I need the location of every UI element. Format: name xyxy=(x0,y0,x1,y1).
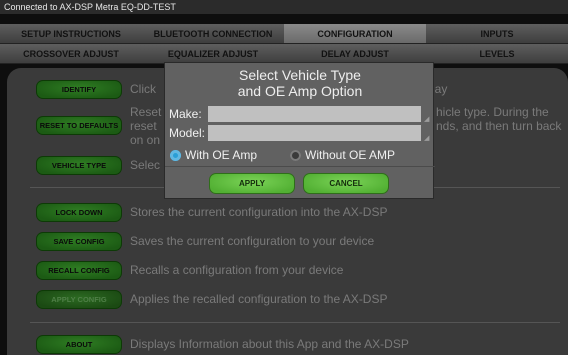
tab-inputs[interactable]: INPUTS xyxy=(426,24,568,43)
apply-config-button[interactable]: APPLY CONFIG xyxy=(36,290,122,309)
without-oe-amp-radio[interactable]: Without OE AMP xyxy=(290,148,395,162)
dialog-title-line1: Select Vehicle Type xyxy=(239,67,361,83)
tab-delay-adjust[interactable]: DELAY ADJUST xyxy=(284,44,426,63)
radio-unselected-icon xyxy=(290,149,301,161)
dialog-divider xyxy=(165,166,435,167)
vehicle-type-button[interactable]: VEHICLE TYPE xyxy=(36,156,122,175)
apply-config-description: Applies the recalled configuration to th… xyxy=(130,292,388,306)
save-config-button[interactable]: SAVE CONFIG xyxy=(36,232,122,251)
dialog-title: Select Vehicle Type and OE Amp Option xyxy=(165,67,435,99)
status-bar: Connected to AX-DSP Metra EQ-DD-TEST xyxy=(0,0,568,14)
with-oe-amp-label: With OE Amp xyxy=(185,148,258,162)
tab-equalizer-adjust[interactable]: EQUALIZER ADJUST xyxy=(142,44,284,63)
reset-row: RESET TO DEFAULTS xyxy=(36,116,122,135)
about-description: Displays Information about this App and … xyxy=(130,337,409,351)
reset-description: Reset reset on on xyxy=(130,105,162,147)
tab-row-primary: SETUP INSTRUCTIONS BLUETOOTH CONNECTION … xyxy=(0,24,568,44)
tab-setup-instructions[interactable]: SETUP INSTRUCTIONS xyxy=(0,24,142,43)
lock-down-button[interactable]: LOCK DOWN xyxy=(36,203,122,222)
apply-button[interactable]: APPLY xyxy=(209,173,295,194)
model-field[interactable] xyxy=(208,125,421,141)
cancel-button[interactable]: CANCEL xyxy=(303,173,389,194)
section-divider-bottom xyxy=(30,322,560,323)
tab-row-secondary: CROSSOVER ADJUST EQUALIZER ADJUST DELAY … xyxy=(0,44,568,64)
save-config-row: SAVE CONFIG Saves the current configurat… xyxy=(36,232,550,251)
without-oe-amp-label: Without OE AMP xyxy=(305,148,396,162)
reset-description-tail: hicle type. During the nds, and then tur… xyxy=(436,105,562,133)
make-label: Make: xyxy=(169,107,202,121)
make-dropdown-icon[interactable]: ◢ xyxy=(424,115,429,123)
identify-description-tail: lay xyxy=(432,82,448,96)
identify-button[interactable]: IDENTIFY xyxy=(36,80,122,99)
dialog-title-line2: and OE Amp Option xyxy=(237,83,363,99)
lock-down-description: Stores the current configuration into th… xyxy=(130,205,388,219)
model-label: Model: xyxy=(169,126,206,140)
make-field[interactable] xyxy=(208,106,421,122)
tab-configuration[interactable]: CONFIGURATION xyxy=(284,24,426,43)
about-row: ABOUT Displays Information about this Ap… xyxy=(36,335,550,354)
tab-bluetooth-connection[interactable]: BLUETOOTH CONNECTION xyxy=(142,24,284,43)
about-button[interactable]: ABOUT xyxy=(36,335,122,354)
vehicle-type-dialog: Select Vehicle Type and OE Amp Option Ma… xyxy=(164,62,435,199)
recall-config-button[interactable]: RECALL CONFIG xyxy=(36,261,122,280)
radio-selected-icon xyxy=(170,149,181,161)
with-oe-amp-radio[interactable]: With OE Amp xyxy=(170,148,257,162)
reset-to-defaults-button[interactable]: RESET TO DEFAULTS xyxy=(36,116,122,135)
model-dropdown-icon[interactable]: ◢ xyxy=(424,134,429,142)
tab-levels[interactable]: LEVELS xyxy=(426,44,568,63)
connection-status: Connected to AX-DSP Metra EQ-DD-TEST xyxy=(4,2,176,12)
recall-config-row: RECALL CONFIG Recalls a configuration fr… xyxy=(36,261,550,280)
tab-crossover-adjust[interactable]: CROSSOVER ADJUST xyxy=(0,44,142,63)
lock-down-row: LOCK DOWN Stores the current configurati… xyxy=(36,203,550,222)
save-config-description: Saves the current configuration to your … xyxy=(130,234,375,248)
recall-config-description: Recalls a configuration from your device xyxy=(130,263,344,277)
apply-config-row: APPLY CONFIG Applies the recalled config… xyxy=(36,290,550,309)
